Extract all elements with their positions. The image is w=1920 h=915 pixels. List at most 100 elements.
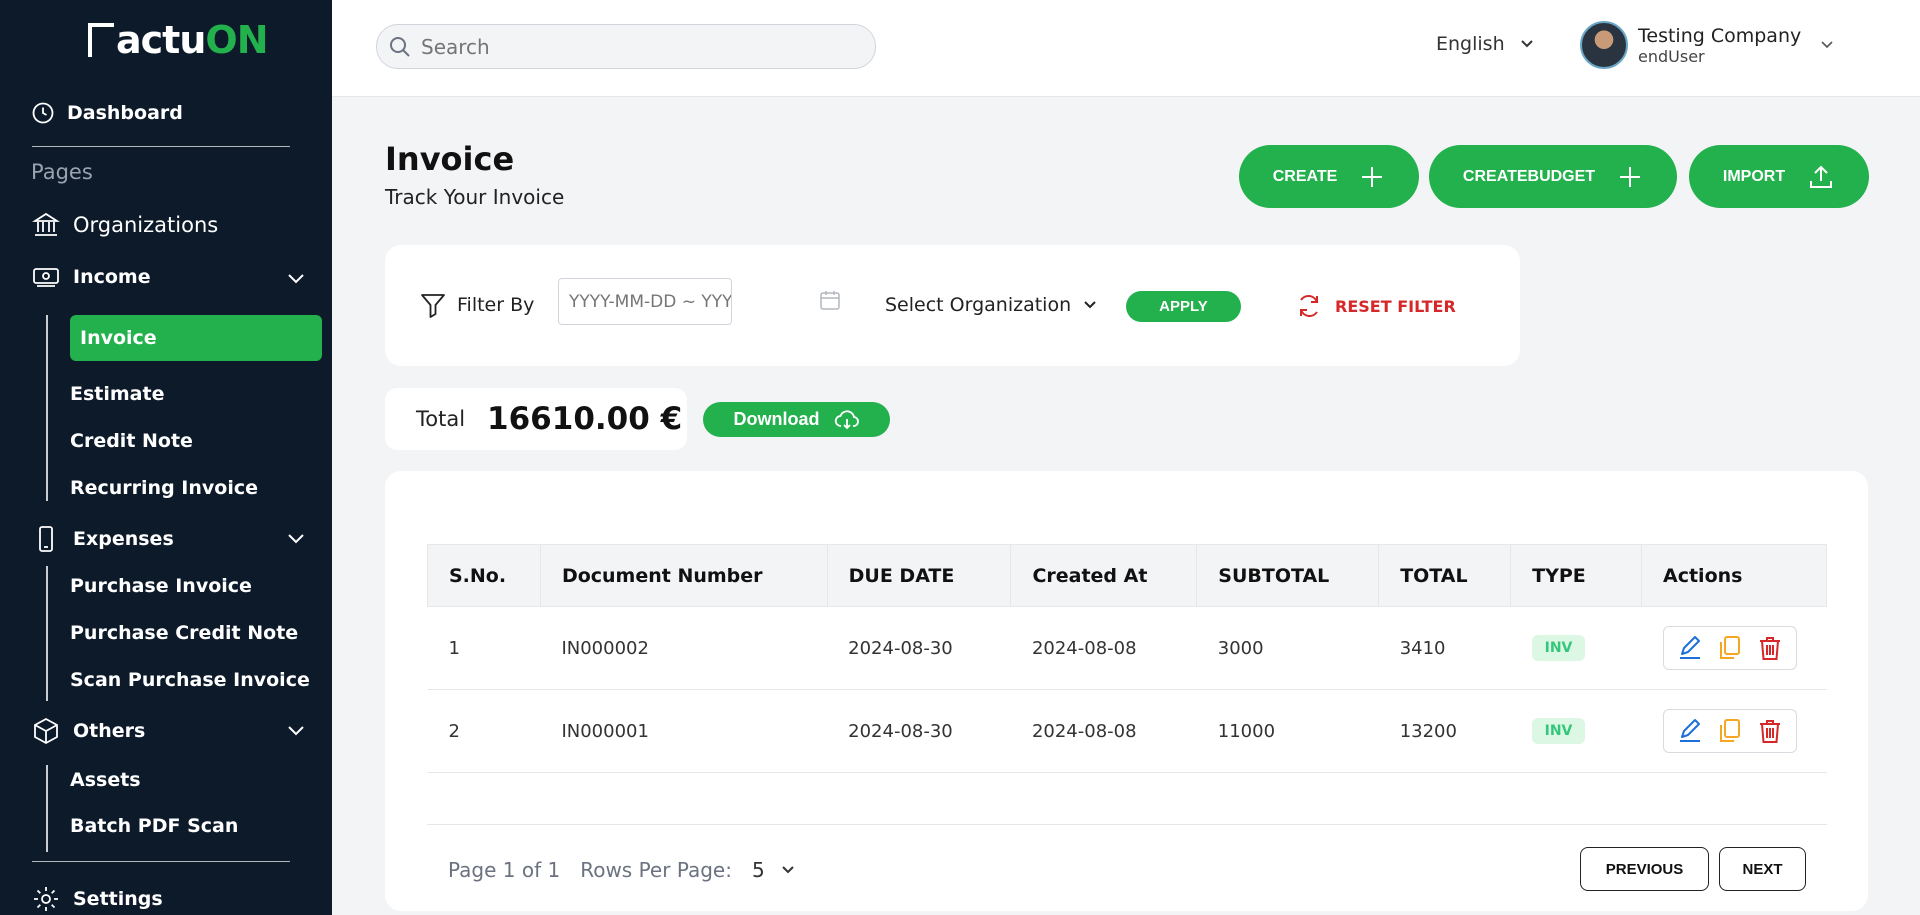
cell-actions [1641,606,1827,690]
plus-icon [1362,166,1383,187]
column-header: SUBTOTAL [1196,544,1380,607]
cash-icon [31,262,61,292]
cell-subtotal: 3000 [1196,606,1379,690]
chevron-down-icon [1520,40,1533,48]
date-range-input[interactable] [558,278,732,325]
cell-due-date: 2024-08-30 [827,606,1011,690]
sidebar-divider [32,146,290,147]
sidebar-item-assets[interactable]: Assets [70,769,141,791]
refresh-icon [1300,295,1318,317]
box-icon [31,716,61,746]
sidebar: actu ON Dashboard Pages Organizations Inc… [0,0,332,915]
cell-subtotal: 11000 [1196,689,1379,773]
chevron-down-icon[interactable] [285,527,307,549]
filter-by-label: Filter By [419,291,534,319]
top-header: English Testing Company endUser [332,0,1920,97]
bank-icon [31,210,61,240]
column-header: S.No. [427,544,541,607]
table-row: 1 IN000002 2024-08-30 2024-08-08 3000 34… [427,606,1827,690]
cell-document-number: IN000002 [540,606,828,690]
plus-icon [1620,166,1641,187]
apply-button[interactable]: APPLY [1126,291,1241,322]
cell-actions [1641,689,1827,773]
logo-mark-icon [88,23,114,57]
cell-type: INV [1510,689,1642,773]
column-header: TOTAL [1378,544,1512,607]
type-badge: INV [1531,718,1586,744]
others-submenu-line [46,765,48,852]
copy-icon[interactable] [1716,634,1744,662]
sidebar-item-purchase-invoice[interactable]: Purchase Invoice [70,575,252,597]
next-button[interactable]: NEXT [1719,847,1806,891]
page-subtitle: Track Your Invoice [385,185,565,209]
filter-icon [421,294,445,318]
table-row: 2 IN000001 2024-08-30 2024-08-08 11000 1… [427,689,1827,773]
sidebar-item-batch-pdf-scan[interactable]: Batch PDF Scan [70,815,238,837]
previous-button[interactable]: PREVIOUS [1580,847,1709,891]
organization-select[interactable]: Select Organization [885,294,1099,316]
trash-icon[interactable] [1756,634,1784,662]
chevron-down-icon[interactable] [285,267,307,289]
income-submenu-line [46,315,48,501]
user-name: Testing Company [1638,24,1802,47]
copy-icon[interactable] [1716,717,1744,745]
rows-per-page-label: Rows Per Page: [580,858,732,882]
gear-icon [31,884,61,914]
language-select[interactable]: English [1436,33,1537,55]
rows-per-page-select[interactable]: 5 [752,858,797,882]
cell-created-at: 2024-08-08 [1010,606,1197,690]
row-actions [1662,709,1797,753]
clock-icon [31,98,55,128]
sidebar-divider [32,861,290,862]
cell-sno: 1 [427,606,541,690]
create-budget-button[interactable]: CREATEBUDGET [1429,145,1677,208]
column-header: Actions [1641,544,1827,607]
total-summary: Total 16610.00 € [385,388,687,450]
download-button[interactable]: Download [703,402,890,437]
column-header: Created At [1010,544,1198,607]
column-header: TYPE [1510,544,1642,607]
invoice-table: S.No. Document Number DUE DATE Created A… [427,544,1827,773]
avatar [1580,21,1628,69]
create-button[interactable]: CREATE [1239,145,1419,208]
brand-logo[interactable]: actu ON [88,18,269,62]
filter-panel: Filter By Select Organization APPLY RESE… [385,245,1520,366]
cell-document-number: IN000001 [540,689,828,773]
sidebar-item-organizations[interactable]: Organizations [31,210,218,240]
cell-sno: 2 [427,689,541,773]
total-label: Total [416,407,466,431]
sidebar-item-invoice[interactable]: Invoice [70,315,322,361]
reset-filter-button[interactable]: RESET FILTER [1295,292,1456,320]
column-header: Document Number [539,544,828,607]
sidebar-item-scan-purchase-invoice[interactable]: Scan Purchase Invoice [70,669,310,691]
edit-icon[interactable] [1676,634,1704,662]
import-button[interactable]: IMPORT [1689,145,1869,208]
sidebar-group-income[interactable]: Income [31,262,151,292]
sidebar-group-expenses[interactable]: Expenses [31,524,174,554]
user-menu[interactable]: Testing Company endUser [1580,21,1837,69]
trash-icon[interactable] [1756,717,1784,745]
cloud-download-icon [834,409,859,429]
sidebar-item-settings[interactable]: Settings [31,884,163,914]
page-title: Invoice [385,140,515,178]
chevron-down-icon[interactable] [285,719,307,741]
table-header-row: S.No. Document Number DUE DATE Created A… [427,544,1827,607]
edit-icon[interactable] [1676,717,1704,745]
search-box[interactable] [376,24,876,69]
expenses-submenu-line [46,566,48,701]
pages-section-label: Pages [31,160,93,184]
search-input[interactable] [421,34,841,59]
type-badge: INV [1531,635,1586,661]
sidebar-item-estimate[interactable]: Estimate [70,383,164,405]
sidebar-item-credit-note[interactable]: Credit Note [70,430,193,452]
cell-type: INV [1510,606,1642,690]
sidebar-item-recurring-invoice[interactable]: Recurring Invoice [70,477,258,499]
chevron-down-icon [1821,41,1833,49]
sidebar-item-purchase-credit-note[interactable]: Purchase Credit Note [70,622,298,644]
cell-total: 13200 [1378,689,1511,773]
sidebar-item-dashboard[interactable]: Dashboard [31,98,183,128]
sidebar-group-others[interactable]: Others [31,716,145,746]
calendar-icon[interactable] [819,289,841,311]
column-header: DUE DATE [826,544,1012,607]
cell-created-at: 2024-08-08 [1010,689,1197,773]
